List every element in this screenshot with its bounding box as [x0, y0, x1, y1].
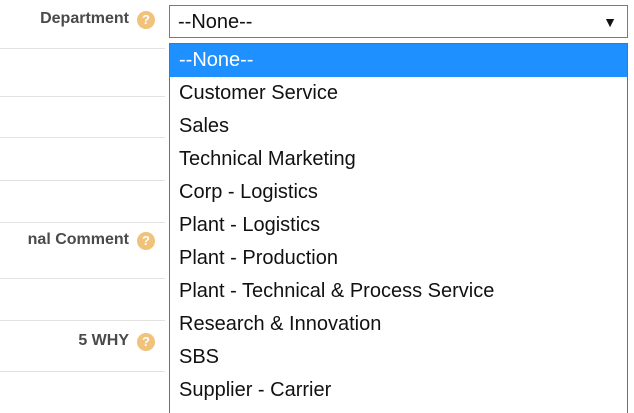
- dropdown-option[interactable]: Customer Service: [170, 77, 627, 110]
- row-separator: [0, 137, 165, 138]
- chevron-down-icon[interactable]: ▼: [603, 13, 617, 31]
- dropdown-option[interactable]: Corp - Logistics: [170, 176, 627, 209]
- dropdown-option[interactable]: --None--: [170, 44, 627, 77]
- dropdown-option[interactable]: Plant - Technical & Process Service: [170, 275, 627, 308]
- row-separator: [0, 180, 165, 181]
- dropdown-option[interactable]: SBS: [170, 341, 627, 374]
- help-icon[interactable]: ?: [137, 232, 155, 250]
- dropdown-option[interactable]: Sales: [170, 110, 627, 143]
- row-separator: [0, 48, 165, 49]
- department-select[interactable]: --None-- ▼: [169, 5, 628, 38]
- department-label: Department: [40, 10, 129, 27]
- row-separator: [0, 278, 165, 279]
- dropdown-option[interactable]: Research & Innovation: [170, 308, 627, 341]
- row-separator: [0, 371, 165, 372]
- row-separator: [0, 320, 165, 321]
- comment-label: nal Comment: [27, 231, 129, 248]
- help-icon[interactable]: ?: [137, 333, 155, 351]
- five-why-label: 5 WHY: [78, 332, 129, 349]
- help-icon[interactable]: ?: [137, 11, 155, 29]
- row-separator: [0, 96, 165, 97]
- department-dropdown-list[interactable]: --None-- Customer Service Sales Technica…: [169, 43, 628, 413]
- dropdown-option[interactable]: Plant - Production: [170, 242, 627, 275]
- form-page: Department ? nal Comment ? 5 WHY ? --Non…: [0, 0, 634, 413]
- select-current-value: --None--: [178, 11, 253, 33]
- row-separator: [0, 222, 165, 223]
- dropdown-option[interactable]: Plant - Logistics: [170, 209, 627, 242]
- dropdown-option[interactable]: Supplier - Carrier: [170, 374, 627, 407]
- dropdown-option[interactable]: Technical Marketing: [170, 143, 627, 176]
